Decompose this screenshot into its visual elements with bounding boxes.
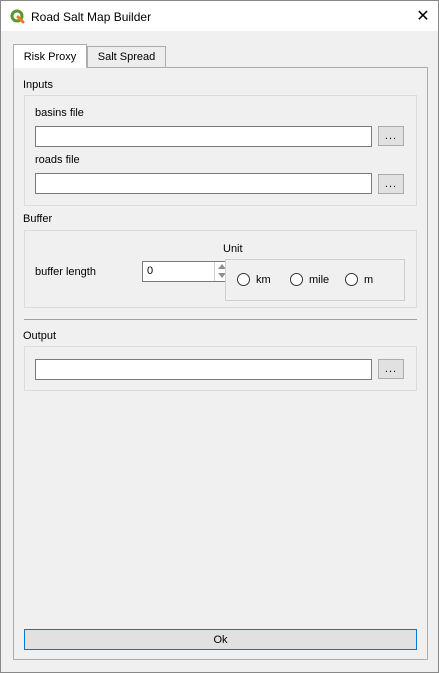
buffer-heading: Buffer [23,213,53,225]
inputs-heading: Inputs [23,79,53,91]
output-file-field[interactable] [35,359,372,380]
radio-label: m [364,273,374,286]
output-group: ... [24,346,417,391]
basins-browse-button[interactable]: ... [378,126,404,146]
tab-risk-proxy[interactable]: Risk Proxy [13,44,87,68]
tab-salt-spread[interactable]: Salt Spread [87,46,166,67]
output-browse-button[interactable]: ... [378,359,404,379]
basins-file-label: basins file [35,107,84,119]
ok-label: Ok [213,633,228,646]
unit-group: km mile m [225,259,405,301]
radio-circle [345,273,358,286]
buffer-length-label: buffer length [35,266,96,278]
browse-label: ... [384,178,398,190]
radio-circle [290,273,303,286]
radio-km[interactable]: km [237,273,271,286]
browse-label: ... [384,130,398,142]
tab-label: Risk Proxy [23,50,77,63]
radio-circle [237,273,250,286]
buffer-length-spinbox[interactable]: 0 [142,261,230,282]
risk-proxy-panel: Inputs basins file ... roads file ... Bu… [13,67,428,660]
dialog-window: Road Salt Map Builder ✕ Risk Proxy Salt … [0,0,439,673]
close-button[interactable]: ✕ [408,1,438,31]
browse-label: ... [384,363,398,375]
roads-file-label: roads file [35,154,80,166]
qgis-logo-icon [10,9,25,24]
radio-mile[interactable]: mile [290,273,329,286]
buffer-length-value: 0 [147,265,154,277]
radio-label: mile [309,273,330,286]
output-heading: Output [23,330,57,342]
roads-browse-button[interactable]: ... [378,174,404,194]
radio-label: km [256,273,271,286]
unit-heading: Unit [223,243,243,255]
close-icon: ✕ [416,8,430,25]
basins-file-field[interactable] [35,126,372,147]
title-bar: Road Salt Map Builder ✕ [1,1,438,31]
roads-file-field[interactable] [35,173,372,194]
window-title: Road Salt Map Builder [31,10,152,24]
tab-label: Salt Spread [97,51,156,63]
separator-line [24,319,417,320]
ok-button[interactable]: Ok [24,629,417,650]
radio-m[interactable]: m [345,273,373,286]
inputs-group: basins file ... roads file ... [24,95,417,206]
